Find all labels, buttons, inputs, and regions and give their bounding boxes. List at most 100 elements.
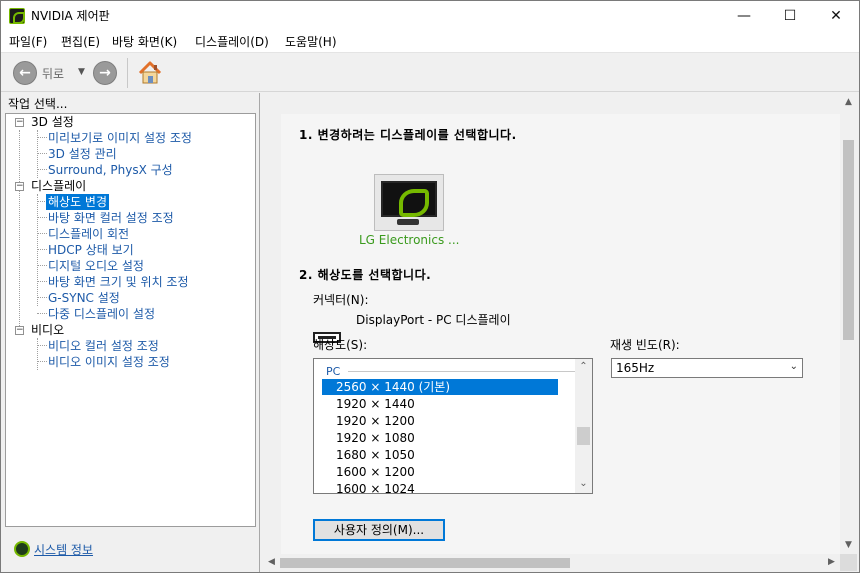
tree-line <box>37 361 47 362</box>
system-info-icon <box>14 541 30 557</box>
refresh-rate-value: 165Hz <box>616 361 655 375</box>
nvidia-control-panel-window: NVIDIA 제어판 — ☐ ✕ 파일(F) 편집(E) 바탕 화면(K) 디스… <box>0 0 860 573</box>
collapse-video-icon[interactable]: − <box>15 326 24 335</box>
nvidia-logo-icon <box>9 8 25 24</box>
tree-line <box>37 313 47 314</box>
back-button[interactable]: ← <box>13 61 37 85</box>
group-divider <box>348 371 576 372</box>
tree-line <box>19 130 20 330</box>
tree-item-video-color[interactable]: 비디오 컬러 설정 조정 <box>48 338 159 354</box>
resolution-group-pc: PC <box>326 365 341 378</box>
system-info-label[interactable]: 시스템 정보 <box>34 541 93 558</box>
title-bar: NVIDIA 제어판 — ☐ ✕ <box>1 1 859 31</box>
tree-line <box>37 194 38 306</box>
collapse-display-icon[interactable]: − <box>15 182 24 191</box>
tree-item-video-image[interactable]: 비디오 이미지 설정 조정 <box>48 354 170 370</box>
tree-item-hdcp-status[interactable]: HDCP 상태 보기 <box>48 242 134 258</box>
resolution-panel: 1. 변경하려는 디스플레이를 선택합니다. LG Electronics ..… <box>281 114 841 554</box>
tree-item-surround-physx[interactable]: Surround, PhysX 구성 <box>48 162 173 178</box>
menu-display[interactable]: 디스플레이(D) <box>195 34 269 50</box>
menu-file[interactable]: 파일(F) <box>9 34 47 50</box>
monitor-stand <box>397 219 419 225</box>
tree-line <box>37 217 47 218</box>
home-icon <box>138 61 162 84</box>
scroll-left-icon[interactable]: ◀ <box>263 554 280 571</box>
tree-line <box>37 233 47 234</box>
scroll-thumb[interactable] <box>280 558 570 568</box>
close-button[interactable]: ✕ <box>813 1 859 31</box>
panel-splitter[interactable] <box>259 93 260 572</box>
tree-item-desktop-size-position[interactable]: 바탕 화면 크기 및 위치 조정 <box>48 274 189 290</box>
tree-line <box>37 345 47 346</box>
tree-line <box>37 249 47 250</box>
tree-item-digital-audio[interactable]: 디지털 오디오 설정 <box>48 258 144 274</box>
connector-label: 커넥터(N): <box>313 293 369 307</box>
resolution-label: 해상도(S): <box>313 338 368 352</box>
toolbar-separator <box>127 58 128 88</box>
back-label[interactable]: 뒤로 <box>42 65 64 82</box>
tree-line <box>37 265 47 266</box>
connector-value: DisplayPort - PC 디스플레이 <box>356 313 511 327</box>
scroll-up-icon[interactable]: ▲ <box>840 94 857 111</box>
content-vertical-scrollbar[interactable]: ▲ ▼ <box>840 94 857 554</box>
step2-title: 2. 해상도를 선택합니다. <box>299 268 432 282</box>
scroll-down-icon[interactable]: ⌄ <box>575 476 592 492</box>
minimize-button[interactable]: — <box>721 1 767 31</box>
resolution-list-scrollbar[interactable]: ⌃ ⌄ <box>575 359 592 493</box>
collapse-3d-settings-icon[interactable]: − <box>15 118 24 127</box>
resolution-option[interactable]: 1920 × 1200 <box>322 413 558 429</box>
home-button[interactable] <box>137 60 163 86</box>
tree-category-video[interactable]: 비디오 <box>31 322 64 338</box>
toolbar: ← 뒤로 ▼ → <box>1 54 859 92</box>
window-title: NVIDIA 제어판 <box>31 9 110 23</box>
scroll-up-icon[interactable]: ⌃ <box>575 359 592 375</box>
tree-line <box>37 169 47 170</box>
tree-line <box>37 153 47 154</box>
tree-item-preview-image-settings[interactable]: 미리보기로 이미지 설정 조정 <box>48 130 192 146</box>
scroll-down-icon[interactable]: ▼ <box>840 537 857 554</box>
resolution-option[interactable]: 1920 × 1440 <box>322 396 558 412</box>
monitor-label[interactable]: LG Electronics ... <box>359 233 459 247</box>
task-select-label: 작업 선택... <box>8 97 68 111</box>
scroll-right-icon[interactable]: ▶ <box>823 554 840 571</box>
menu-desktop[interactable]: 바탕 화면(K) <box>112 34 177 50</box>
scroll-thumb[interactable] <box>577 427 590 445</box>
tree-item-desktop-color[interactable]: 바탕 화면 컬러 설정 조정 <box>48 210 174 226</box>
tree-item-rotate-display[interactable]: 디스플레이 회전 <box>48 226 129 242</box>
scrollbar-corner <box>840 554 857 571</box>
monitor-icon <box>381 181 437 217</box>
menu-edit[interactable]: 편집(E) <box>61 34 100 50</box>
display-select-tile[interactable] <box>374 174 444 231</box>
scroll-thumb[interactable] <box>843 140 854 340</box>
forward-button[interactable]: → <box>93 61 117 85</box>
chevron-down-icon: ⌄ <box>789 361 798 372</box>
maximize-button[interactable]: ☐ <box>767 1 813 31</box>
back-arrow-icon: ← <box>19 65 31 81</box>
refresh-rate-select[interactable]: 165Hz ⌄ <box>611 358 803 378</box>
task-select-header: 작업 선택... <box>1 93 259 113</box>
resolution-option[interactable]: 1600 × 1200 <box>322 464 558 480</box>
resolution-option[interactable]: 2560 × 1440 (기본) <box>322 379 558 395</box>
step1-title: 1. 변경하려는 디스플레이를 선택합니다. <box>299 128 517 142</box>
tree-item-multiple-displays[interactable]: 다중 디스플레이 설정 <box>48 306 155 322</box>
customize-button[interactable]: 사용자 정의(M)... <box>313 519 445 541</box>
tree-category-display[interactable]: 디스플레이 <box>31 178 86 194</box>
menu-help[interactable]: 도움말(H) <box>285 34 337 50</box>
content-horizontal-scrollbar[interactable]: ◀ ▶ <box>263 554 840 571</box>
tree-line <box>37 137 47 138</box>
tree-line <box>37 281 47 282</box>
resolution-option[interactable]: 1680 × 1050 <box>322 447 558 463</box>
menu-bar: 파일(F) 편집(E) 바탕 화면(K) 디스플레이(D) 도움말(H) <box>1 31 859 53</box>
tree-item-manage-3d-settings[interactable]: 3D 설정 관리 <box>48 146 117 162</box>
refresh-rate-label: 재생 빈도(R): <box>610 338 680 352</box>
tree-item-change-resolution[interactable]: 해상도 변경 <box>46 194 110 210</box>
resolution-option[interactable]: 1600 × 1024 <box>322 481 558 493</box>
tree-item-gsync[interactable]: G-SYNC 설정 <box>48 290 120 306</box>
task-tree[interactable]: − 3D 설정 미리보기로 이미지 설정 조정 3D 설정 관리 Surroun… <box>5 113 256 527</box>
tree-category-3d-settings[interactable]: 3D 설정 <box>31 114 74 130</box>
resolution-option[interactable]: 1920 × 1080 <box>322 430 558 446</box>
forward-arrow-icon: → <box>99 65 111 81</box>
tree-line <box>37 338 38 370</box>
resolution-list[interactable]: PC 2560 × 1440 (기본) 1920 × 1440 1920 × 1… <box>313 358 593 494</box>
history-dropdown-icon[interactable]: ▼ <box>78 67 85 77</box>
